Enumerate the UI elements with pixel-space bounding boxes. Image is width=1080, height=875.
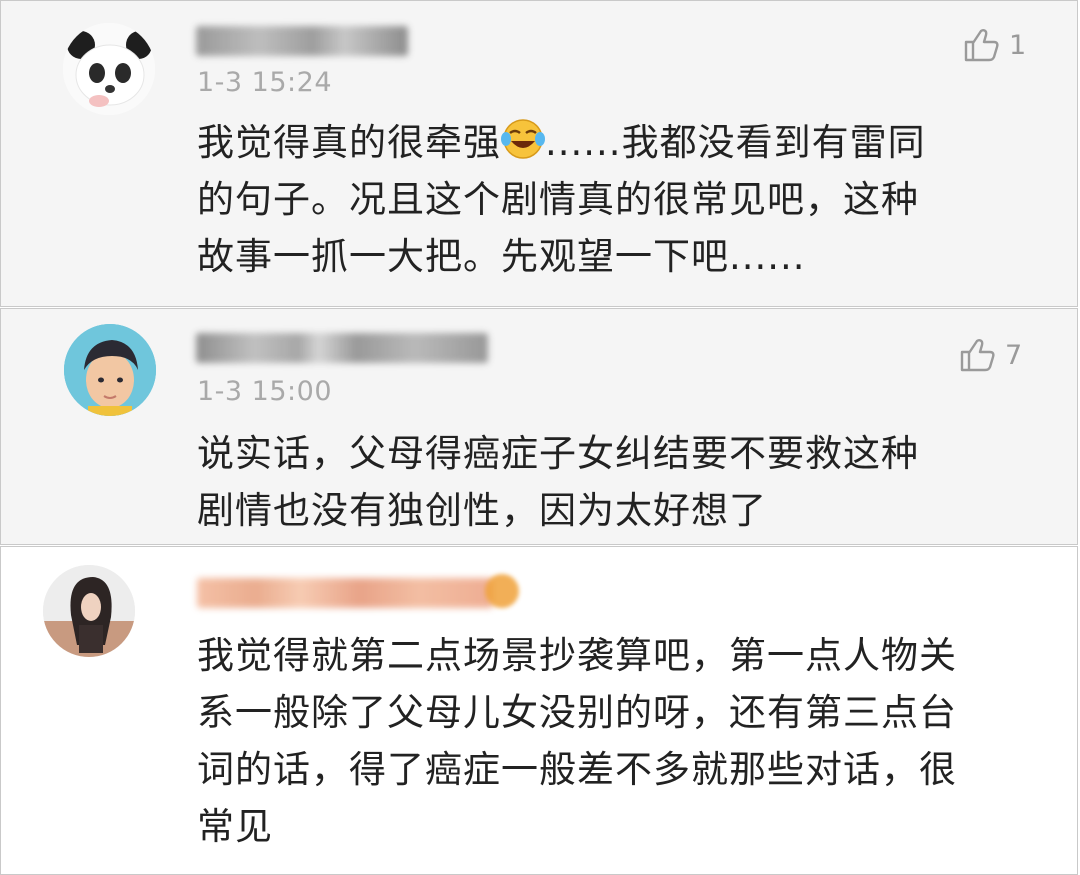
comment-line: 我觉得就第二点场景抄袭算吧，第一点人物关	[197, 634, 957, 677]
boy-avatar-icon	[64, 324, 156, 416]
comment-card: 我觉得就第二点场景抄袭算吧，第一点人物关 系一般除了父母儿女没别的呀，还有第三点…	[0, 546, 1078, 875]
comment-text: 说实话，父母得癌症子女纠结要不要救这种 剧情也没有独创性，因为太好想了	[197, 425, 1057, 539]
comment-text: 我觉得真的很牵强 ......我都没看到有雷同 的句子。况且这个剧情真的很常见吧…	[197, 114, 1057, 285]
thumbs-up-icon	[960, 339, 995, 372]
comment-line: 说实话，父母得癌症子女纠结要不要救这种	[197, 432, 919, 475]
avatar[interactable]	[43, 565, 135, 657]
comment-card: 7 1-3 15:00 说实话，父母得癌症子女纠结要不要救这种 剧情也没有独创性…	[0, 308, 1078, 545]
comment-line: 常见	[197, 805, 273, 848]
comment-line: 系一般除了父母儿女没别的呀，还有第三点台	[197, 691, 957, 734]
username-blurred[interactable]	[196, 333, 488, 363]
username-blurred[interactable]	[196, 26, 408, 56]
like-count: 1	[1009, 29, 1027, 61]
comment-card: 1 1-3 15:24 我觉得真的很牵强 ......我都没看到有雷同 的句子。…	[0, 0, 1078, 307]
comment-timestamp: 1-3 15:24	[197, 67, 332, 98]
comment-line: 剧情也没有独创性，因为太好想了	[197, 489, 767, 532]
comment-timestamp: 1-3 15:00	[197, 376, 332, 407]
girl-avatar-icon	[43, 565, 135, 657]
comment-line: 词的话，得了癌症一般差不多就那些对话，很	[197, 748, 957, 791]
like-button[interactable]: 1	[963, 27, 1026, 63]
laughing-crying-emoji-icon	[501, 119, 545, 159]
comment-line: 故事一抓一大把。先观望一下吧......	[197, 235, 806, 278]
comment-text: 我觉得就第二点场景抄袭算吧，第一点人物关 系一般除了父母儿女没别的呀，还有第三点…	[197, 627, 1067, 855]
comment-line: 的句子。况且这个剧情真的很常见吧，这种	[197, 178, 919, 221]
thumbs-up-icon	[964, 29, 999, 62]
panda-avatar-icon	[63, 23, 155, 115]
avatar[interactable]	[63, 23, 155, 115]
verified-badge-icon	[485, 574, 519, 608]
like-button[interactable]: 7	[959, 337, 1022, 373]
comment-line: 我觉得真的很牵强 ......我都没看到有雷同	[197, 114, 1057, 171]
avatar[interactable]	[64, 324, 156, 416]
like-count: 7	[1005, 339, 1023, 371]
username-blurred[interactable]	[197, 578, 493, 608]
